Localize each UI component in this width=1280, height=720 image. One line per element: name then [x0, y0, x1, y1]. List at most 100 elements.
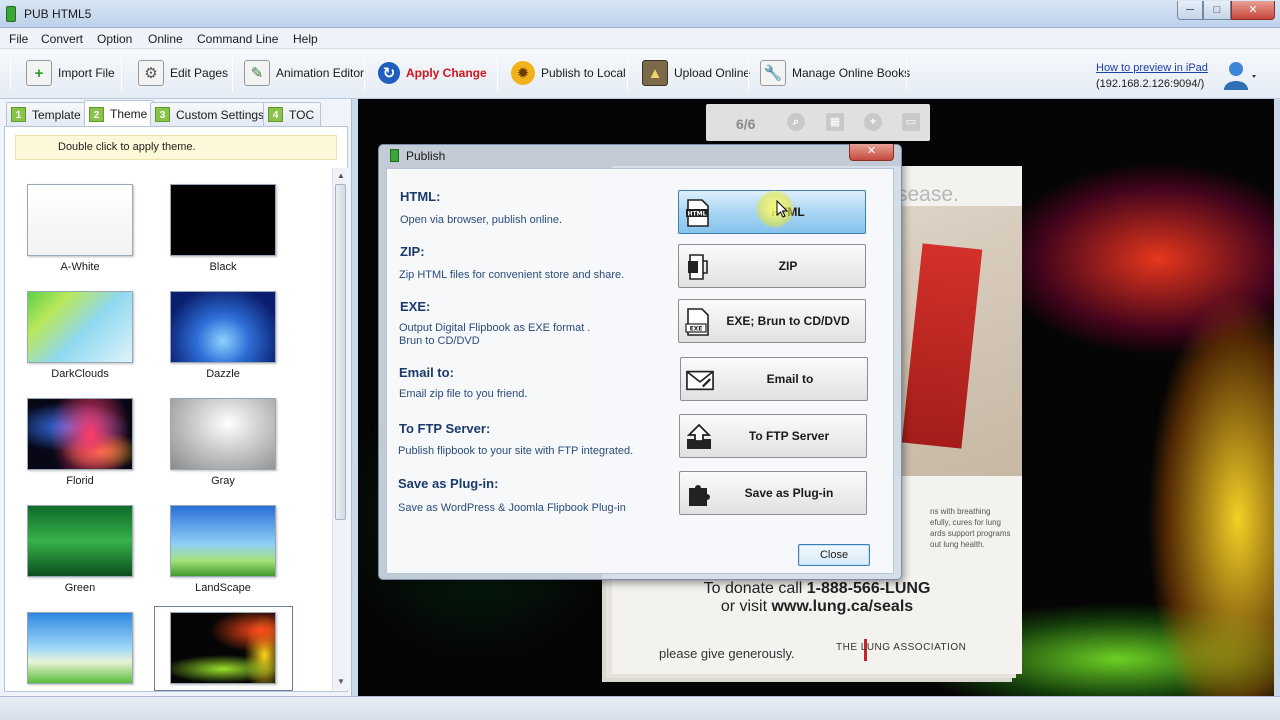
- animation-pencil-icon: ✎: [244, 60, 270, 86]
- svg-text:HTML: HTML: [688, 211, 707, 218]
- edit-pages-button[interactable]: ⚙ Edit Pages: [138, 55, 228, 91]
- email-envelope-icon: [686, 366, 714, 394]
- donate-phone: 1-888-566-LUNG: [806, 580, 931, 597]
- publish-email-button[interactable]: Email to: [680, 357, 868, 401]
- manage-books-button[interactable]: 🔧 Manage Online Books: [760, 55, 910, 91]
- toolbar-separator: [627, 55, 628, 91]
- tab-custom-settings[interactable]: 3 Custom Settings: [150, 102, 272, 126]
- email-option-desc: Email zip file to you friend.: [399, 388, 528, 400]
- thumbnails-icon[interactable]: ▦: [826, 113, 844, 131]
- toolbar-separator: [10, 55, 11, 91]
- apply-change-refresh-icon: ↻: [378, 62, 400, 84]
- theme-label: Dazzle: [206, 368, 240, 380]
- theme-label: Gray: [211, 475, 235, 487]
- theme-thumbnail: [170, 184, 276, 256]
- lung-association: THE LUNG ASSOCIATION: [836, 642, 967, 653]
- email-option-title: Email to:: [399, 365, 454, 380]
- exe-option-title: EXE:: [400, 299, 431, 314]
- zoom-search-icon[interactable]: ⌕: [787, 113, 805, 131]
- status-bar: [0, 696, 1280, 720]
- cursor-highlight: [756, 190, 794, 228]
- publish-close-button[interactable]: Close: [798, 544, 870, 566]
- animation-editor-button[interactable]: ✎ Animation Editor: [244, 55, 364, 91]
- theme-label: Black: [209, 261, 237, 273]
- theme-item-florid[interactable]: Florid: [10, 398, 150, 489]
- menu-command-line[interactable]: Command Line: [197, 32, 278, 46]
- plugin-option-title: Save as Plug-in:: [398, 476, 499, 491]
- tab-label: TOC: [289, 107, 315, 122]
- theme-scrollbar[interactable]: ▲ ▼: [332, 168, 348, 690]
- publish-local-button[interactable]: ✹ Publish to Local: [511, 55, 626, 91]
- scroll-down-icon[interactable]: ▼: [333, 674, 349, 690]
- theme-item-black[interactable]: Black: [153, 184, 293, 275]
- preview-ipad-link[interactable]: How to preview in iPad: [1096, 62, 1208, 74]
- publish-dialog-close-icon[interactable]: ✕: [849, 144, 894, 161]
- tab-number: 3: [155, 107, 170, 122]
- publish-email-label: Email to: [766, 371, 814, 386]
- fullscreen-icon[interactable]: ▭: [902, 113, 920, 131]
- theme-item-beach[interactable]: [10, 612, 150, 690]
- menu-online[interactable]: Online: [148, 32, 183, 46]
- theme-label: LandScape: [195, 582, 251, 594]
- upload-online-button[interactable]: ▲ Upload Online: [642, 55, 750, 91]
- zoom-in-icon[interactable]: +: [864, 113, 882, 131]
- animation-editor-label: Animation Editor: [276, 66, 365, 80]
- theme-item-a-white[interactable]: A-White: [10, 184, 150, 275]
- tab-number: 4: [268, 107, 283, 122]
- tab-toc[interactable]: 4 TOC: [263, 102, 322, 126]
- exe-file-icon: EXE: [684, 308, 712, 336]
- mouse-cursor-icon: [776, 199, 789, 218]
- tab-label: Theme: [110, 107, 148, 121]
- publish-plugin-button[interactable]: Save as Plug-in: [679, 471, 867, 515]
- publish-zip-label: ZIP: [778, 258, 798, 273]
- zip-option-title: ZIP:: [400, 244, 425, 259]
- menu-convert[interactable]: Convert: [41, 32, 83, 46]
- html-option-desc: Open via browser, publish online.: [400, 214, 563, 226]
- apply-change-button[interactable]: ↻ Apply Change: [378, 55, 487, 91]
- menu-option[interactable]: Option: [97, 32, 132, 46]
- theme-item-green[interactable]: Green: [10, 505, 150, 596]
- minimize-button[interactable]: ─: [1177, 1, 1203, 20]
- svg-text:EXE: EXE: [690, 326, 703, 333]
- theme-thumbnail: [27, 398, 133, 470]
- publish-exe-button[interactable]: EXE EXE; Brun to CD/DVD: [678, 299, 866, 343]
- theme-thumbnail: [27, 291, 133, 363]
- manage-books-label: Manage Online Books: [792, 66, 911, 80]
- ip-address: (192.168.2.126:9094/): [1096, 78, 1205, 90]
- scroll-up-icon[interactable]: ▲: [333, 168, 349, 184]
- menu-help[interactable]: Help: [293, 32, 318, 46]
- book-small-text: ns with breathing efully, cures for lung…: [930, 507, 1011, 549]
- toolbar-separator: [906, 55, 907, 91]
- tab-theme[interactable]: 2 Theme: [84, 100, 155, 127]
- toolbar: + Import File ⚙ Edit Pages ✎ Animation E…: [0, 49, 1280, 99]
- theme-item-darkclouds[interactable]: DarkClouds: [10, 291, 150, 382]
- theme-label: Florid: [66, 475, 94, 487]
- user-icon[interactable]: [1222, 58, 1258, 92]
- theme-item-dazzle[interactable]: Dazzle: [153, 291, 293, 382]
- theme-hint: Double click to apply theme.: [15, 135, 337, 160]
- import-file-button[interactable]: + Import File: [26, 55, 115, 91]
- publish-local-label: Publish to Local: [541, 66, 626, 80]
- tab-template[interactable]: 1 Template: [6, 102, 88, 126]
- apply-change-label: Apply Change: [406, 66, 487, 80]
- theme-thumbnail: [27, 184, 133, 256]
- close-window-button[interactable]: ✕: [1231, 1, 1275, 20]
- publish-zip-button[interactable]: ZIP: [678, 244, 866, 288]
- window-title: PUB HTML5: [24, 7, 92, 21]
- selected-theme-frame: [154, 606, 293, 691]
- menu-file[interactable]: File: [9, 32, 28, 46]
- tab-number: 1: [11, 107, 26, 122]
- maximize-button[interactable]: □: [1203, 1, 1231, 20]
- publish-ftp-label: To FTP Server: [748, 428, 830, 443]
- upload-icon: ▲: [642, 60, 668, 86]
- scroll-thumb[interactable]: [335, 184, 346, 520]
- theme-item-landscape[interactable]: LandScape: [153, 505, 293, 596]
- ftp-option-title: To FTP Server:: [399, 421, 491, 436]
- publish-ftp-button[interactable]: To FTP Server: [679, 414, 867, 458]
- plugin-option-desc: Save as WordPress & Joomla Flipbook Plug…: [398, 502, 626, 514]
- title-bar: PUB HTML5 ─ □ ✕: [0, 0, 1280, 28]
- app-icon: [6, 6, 16, 22]
- theme-thumbnail: [170, 505, 276, 577]
- tab-number: 2: [89, 106, 104, 122]
- theme-item-gray[interactable]: Gray: [153, 398, 293, 489]
